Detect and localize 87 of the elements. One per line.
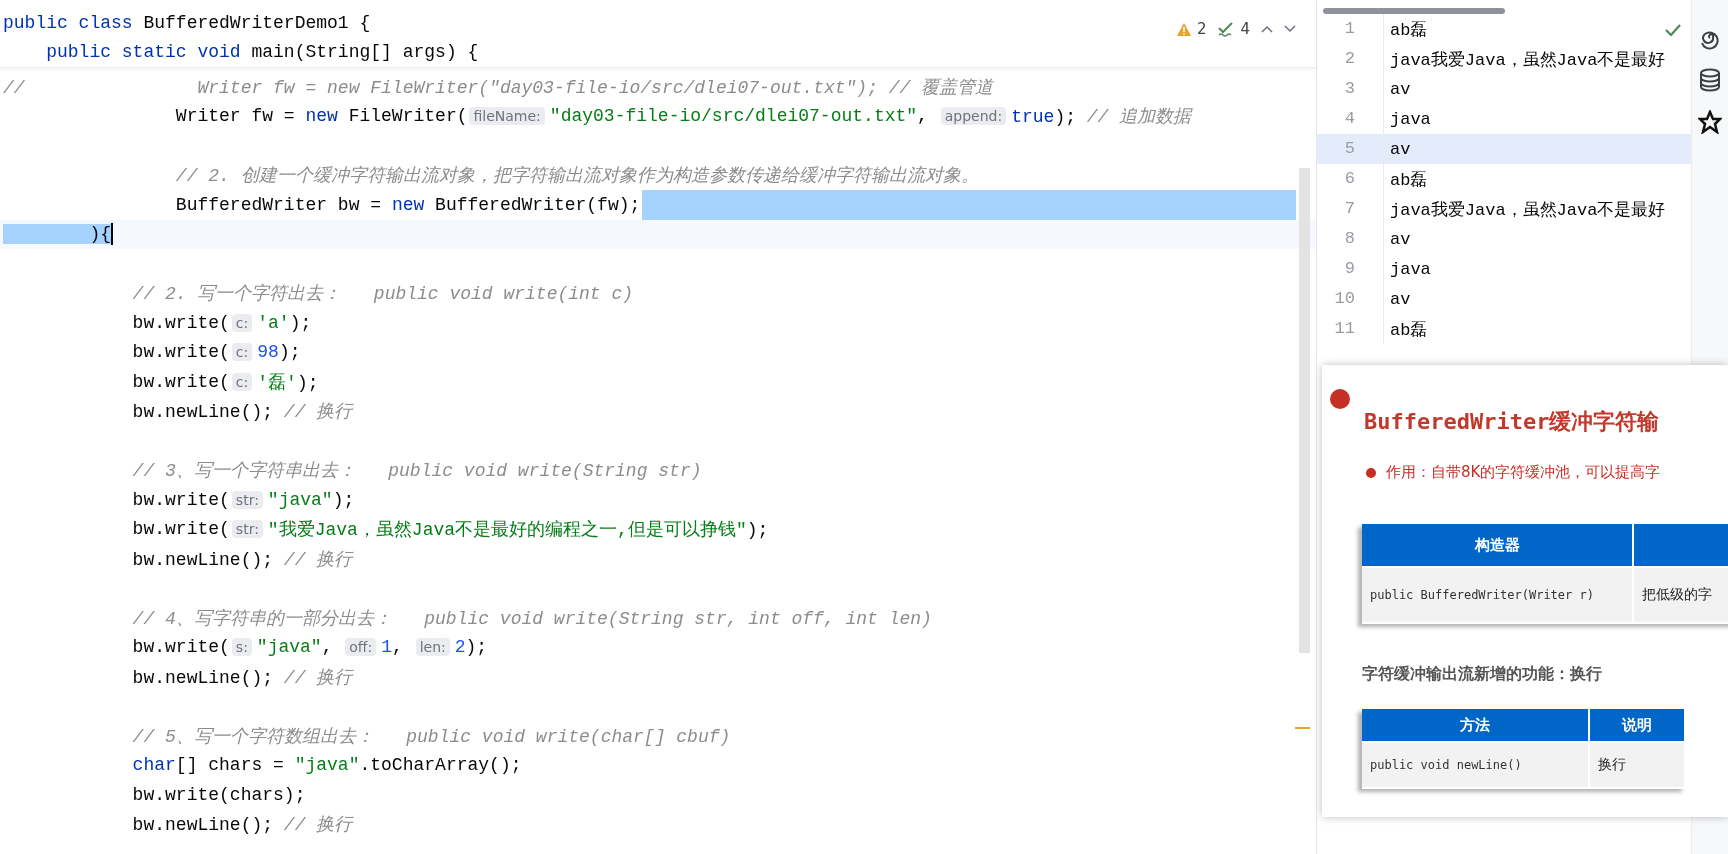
bullet-text: 作用：自带8K的字符缓冲池，可以提高字	[1386, 463, 1661, 482]
table-cell: 把低级的字	[1634, 568, 1728, 624]
table-header: 构造器	[1362, 524, 1634, 568]
parameter-hint: off:	[345, 638, 377, 657]
code-text: bw.newLine(); // 换行	[131, 401, 353, 424]
check-icon[interactable]	[1217, 21, 1236, 37]
line-number: 2	[1317, 44, 1384, 74]
code-text: Writer fw = new FileWriter(	[174, 106, 468, 127]
line-number: 1	[1317, 14, 1384, 44]
code-text: bw.write(	[131, 489, 230, 510]
file-text: av	[1389, 229, 1411, 249]
code-text: "java");	[267, 489, 355, 510]
warning-marker	[1295, 727, 1310, 729]
scrollbar[interactable]	[1323, 8, 1505, 14]
parameter-hint: str:	[231, 490, 263, 509]
code-text: // 2. 写一个字符出去： public void write(int c)	[131, 283, 634, 306]
code-text: 1,	[381, 637, 404, 658]
code-text: '磊');	[257, 371, 319, 394]
code-text: "我爱Java，虽然Java不是最好的编程之一,但是可以挣钱");	[267, 519, 769, 542]
code-text: BufferedWriter bw = new BufferedWriter(fw);	[174, 194, 641, 215]
code-text: bw.newLine(); // 换行	[131, 814, 353, 837]
code-text: // 5、写一个字符数组出去： public void write(char[] cbuf)	[131, 725, 731, 748]
code-text: bw.write(	[131, 519, 230, 540]
table-cell: 换行	[1590, 743, 1686, 789]
code-text: "java",	[256, 637, 334, 658]
file-text: av	[1389, 289, 1411, 309]
table-cell: public void newLine()	[1362, 743, 1590, 789]
file-text: java	[1389, 109, 1431, 129]
parameter-hint: append:	[940, 107, 1007, 126]
slide-title: BufferedWriter缓冲字符输	[1364, 408, 1661, 436]
code-text: // 3、写一个字符串出去： public void write(String str)	[131, 460, 702, 483]
file-text: ab磊	[1389, 19, 1428, 41]
line-number: 5	[1317, 134, 1384, 164]
caret-up-icon[interactable]	[1261, 25, 1273, 33]
file-text: av	[1389, 139, 1411, 159]
file-text: java我爱Java，虽然Java不是最好	[1389, 199, 1666, 221]
caret-down-icon[interactable]	[1284, 25, 1296, 33]
table-header: 方法	[1362, 709, 1590, 743]
file-text: ab磊	[1389, 169, 1428, 191]
parameter-hint: str:	[231, 520, 263, 539]
code-text: public static void main(String[] args) {	[45, 42, 479, 63]
code-text: public class BufferedWriterDemo1 {	[3, 12, 371, 33]
file-text: java	[1389, 259, 1431, 279]
code-text: "day03-file-io/src/dlei07-out.txt",	[549, 106, 929, 127]
code-text: bw.newLine(); // 换行	[131, 666, 353, 689]
table-header: 说明	[1590, 709, 1686, 743]
code-text: true); // 追加数据	[1011, 106, 1192, 129]
code-text: 2);	[454, 637, 488, 658]
scrollbar[interactable]	[1299, 168, 1310, 653]
code-text: 98);	[257, 342, 301, 363]
parameter-hint: c:	[231, 343, 253, 362]
code-text: // Writer fw = new FileWriter("day03-file-io/src/dlei07-out.txt"); // 覆盖管道	[3, 76, 994, 99]
code-text: ){	[0, 224, 112, 245]
code-text: bw.write(	[131, 637, 230, 658]
file-text: ab磊	[1389, 319, 1428, 341]
code-text: bw.write(chars);	[131, 784, 306, 805]
warning-count: 2	[1196, 20, 1207, 38]
line-number: 11	[1317, 314, 1384, 344]
section-heading: 字符缓冲输出流新增的功能：换行	[1362, 664, 1603, 685]
bullet-icon	[1366, 467, 1376, 478]
record-dot-icon	[1330, 389, 1350, 409]
parameter-hint: fileName:	[469, 107, 545, 126]
line-number: 10	[1317, 284, 1384, 314]
star-logo-icon[interactable]	[1698, 110, 1722, 134]
line-number: 6	[1317, 164, 1384, 194]
code-text: bw.write(	[131, 342, 230, 363]
file-text: av	[1389, 79, 1411, 99]
database-icon[interactable]	[1699, 68, 1721, 92]
code-text: bw.newLine(); // 换行	[131, 548, 353, 571]
code-text: bw.write(	[131, 312, 230, 333]
code-text: bw.write(	[131, 371, 230, 392]
parameter-hint: c:	[231, 372, 253, 391]
code-text: char[] chars = "java".toCharArray();	[131, 755, 522, 776]
code-text: // 4、写字符串的一部分出去： public void write(String str, int off, int len)	[131, 607, 932, 630]
line-number: 7	[1317, 194, 1384, 224]
parameter-hint: len:	[415, 638, 450, 657]
file-text: java我爱Java，虽然Java不是最好	[1389, 49, 1666, 71]
line-number: 8	[1317, 224, 1384, 254]
check-count: 4	[1240, 20, 1250, 38]
code-text: 'a');	[257, 312, 312, 333]
line-number: 9	[1317, 254, 1384, 284]
table-cell: public BufferedWriter(Writer r)	[1362, 568, 1634, 624]
check-icon	[1665, 24, 1681, 36]
parameter-hint: s:	[231, 638, 252, 657]
parameter-hint: c:	[231, 313, 253, 332]
code-text: // 2. 创建一个缓冲字符输出流对象，把字符输出流对象作为构造参数传递给缓冲字符输出流对象。	[174, 165, 979, 188]
line-number: 3	[1317, 74, 1384, 104]
